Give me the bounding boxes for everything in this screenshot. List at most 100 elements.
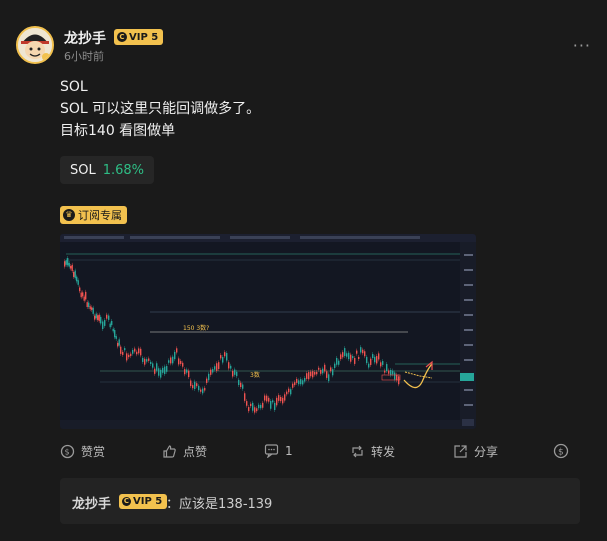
candle-body (386, 364, 388, 372)
tip-label: 赞赏 (81, 445, 106, 459)
candle-body (88, 302, 90, 308)
candle-body (266, 395, 268, 402)
candle-body (120, 346, 122, 354)
candle-body (294, 382, 296, 386)
candle-body (117, 342, 119, 347)
author-name[interactable]: 龙抄手 (64, 28, 106, 48)
candle-body (342, 352, 344, 358)
candle-body (348, 352, 350, 360)
projection-path (404, 371, 433, 379)
candle-body (94, 315, 96, 320)
candle-body (102, 321, 104, 330)
candle-body (160, 369, 162, 378)
candle-body (64, 261, 66, 267)
candle-body (128, 354, 130, 358)
candle-body (146, 359, 148, 362)
candle-body (360, 347, 362, 353)
candle-body (210, 369, 212, 375)
candle-body (326, 371, 328, 378)
coin-chip[interactable]: SOL 1.68% (60, 156, 155, 184)
candle-body (226, 353, 228, 361)
candle-body (248, 407, 250, 412)
comment-text: ：应该是138-139 (166, 497, 273, 512)
candle-body (111, 320, 113, 326)
candle-body (168, 360, 170, 363)
candle-body (140, 348, 142, 356)
candle-body (109, 323, 111, 328)
candle-body (344, 348, 346, 356)
candle-body (376, 356, 378, 364)
more-options-icon[interactable]: ··· (573, 36, 591, 55)
candle-body (77, 280, 79, 285)
candle-body (390, 369, 392, 376)
candle-body (92, 307, 94, 314)
candle-body (190, 380, 192, 387)
candle-body (394, 372, 396, 380)
candle-body (240, 382, 242, 388)
candle-body (156, 363, 158, 371)
like-button[interactable]: 点赞 (162, 443, 207, 460)
post-content: SOL SOL 可以这里只能回调做多了。 目标140 看图做单 (60, 76, 260, 142)
share-icon (454, 445, 467, 458)
candle-body (396, 374, 398, 381)
repost-button[interactable]: 转发 (350, 443, 395, 460)
candle-body (130, 353, 132, 357)
candle-body (378, 353, 380, 360)
candle-body (290, 389, 292, 395)
candle-body (250, 403, 252, 407)
candle-body (232, 370, 234, 377)
post-line: SOL (60, 79, 88, 95)
vip-icon: C (122, 497, 131, 506)
candle-body (334, 363, 336, 368)
candle-body (322, 368, 324, 374)
comment-button[interactable]: 1 (264, 443, 293, 458)
candle-body (204, 387, 206, 391)
candle-body (274, 402, 276, 411)
candle-body (370, 358, 372, 365)
candle-body (234, 369, 236, 375)
candle-body (242, 384, 244, 389)
candle-body (80, 292, 82, 298)
comment-item: 龙抄手 C VIP 5 ：应该是138-139 (60, 478, 580, 524)
candle-body (138, 348, 140, 354)
candle-body (142, 357, 144, 362)
comment-author[interactable]: 龙抄手 (72, 493, 111, 512)
candle-body (350, 354, 352, 362)
candle-body (304, 377, 306, 382)
candle-body (222, 357, 224, 363)
candle-body (382, 361, 384, 365)
share-button[interactable]: 分享 (453, 443, 498, 460)
candle-body (358, 356, 360, 360)
candle-body (352, 356, 354, 359)
candle-body (115, 336, 117, 339)
svg-text:$: $ (558, 448, 564, 458)
candle-body (86, 302, 88, 307)
candle-body (65, 260, 67, 265)
post-line: 目标140 看图做单 (60, 123, 176, 139)
candle-body (114, 330, 116, 338)
candle-body (79, 287, 81, 292)
candle-body (152, 363, 154, 368)
candle-body (212, 369, 214, 373)
candle-body (148, 358, 150, 361)
candle-body (208, 373, 210, 381)
avatar[interactable] (16, 26, 54, 64)
coin-tip-button[interactable]: $ (553, 443, 569, 459)
candle-body (178, 358, 180, 365)
candle-body (112, 328, 114, 332)
candle-body (324, 364, 326, 372)
candle-body (366, 356, 368, 364)
candle-body (302, 380, 304, 385)
candle-body (170, 357, 172, 364)
candle-body (272, 400, 274, 403)
candle-body (95, 313, 97, 319)
chart-image[interactable]: 150 3数? 3数 (60, 234, 476, 429)
candle-body (144, 358, 146, 365)
candle-body (332, 369, 334, 376)
tip-button[interactable]: $ 赞赏 (60, 443, 105, 460)
candle-body (70, 266, 72, 269)
candle-body (338, 360, 340, 365)
candle-body (364, 351, 366, 357)
candle-body (318, 367, 320, 370)
candle-body (172, 356, 174, 364)
